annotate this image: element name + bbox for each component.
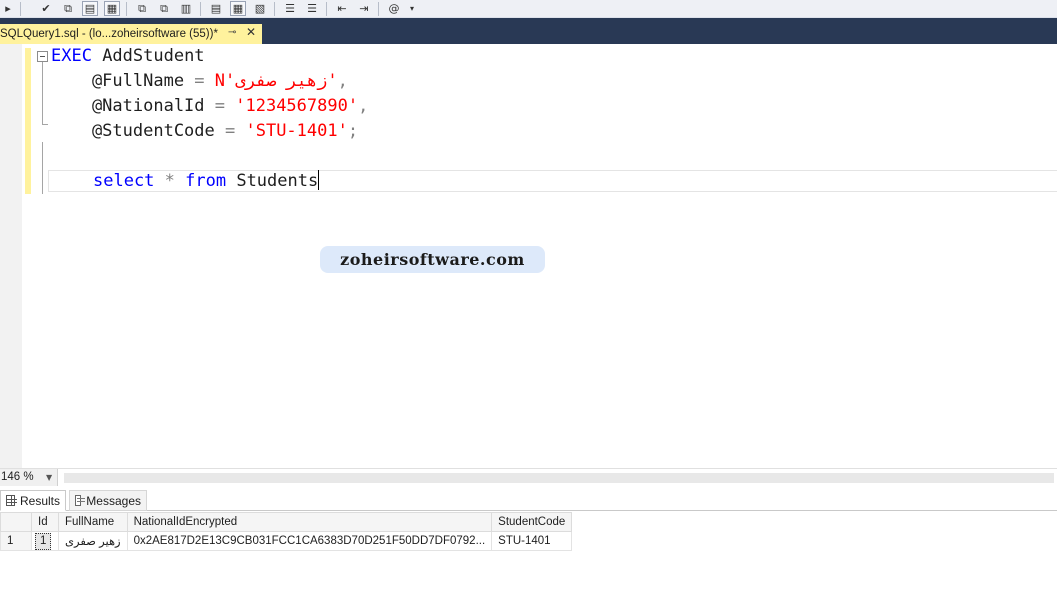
query-options-icon[interactable]: ▦ [104, 1, 120, 16]
string-studentcode: 'STU-1401' [245, 121, 348, 141]
punctuation: ; [347, 121, 359, 141]
client-stats-icon[interactable]: ▥ [178, 1, 194, 16]
zoom-value: 146 % [1, 471, 34, 483]
column-header-id[interactable]: Id [31, 512, 59, 532]
cell-nationalidencrypted[interactable]: 0x2AE817D2E13C9CB031FCC1CA6383D70D251F50… [126, 531, 493, 551]
cell-id[interactable]: 1 [31, 531, 59, 551]
horizontal-scrollbar[interactable] [64, 473, 1054, 483]
row-number[interactable]: 1 [0, 531, 32, 551]
uncomment-icon[interactable]: ☰ [304, 1, 320, 16]
tab-messages-label: Messages [86, 493, 141, 508]
code-line-1: EXEC AddStudent [51, 44, 205, 69]
header-row: Id FullName NationalIdEncrypted StudentC… [0, 512, 573, 532]
toolbar-separator [326, 2, 327, 16]
operator-star: * [154, 171, 186, 191]
document-tab-strip: SQLQuery1.sql - (lo...zoheirsoftware (55… [0, 18, 1057, 44]
results-to-file-icon[interactable]: ▧ [252, 1, 268, 16]
results-tab-strip: Results Messages [0, 486, 1057, 511]
param-nationalid: @NationalId [51, 96, 205, 116]
param-studentcode: @StudentCode [51, 121, 215, 141]
query-editor[interactable]: EXEC AddStudent @FullName = N'زهیر صفری'… [0, 44, 1057, 468]
toolbar: ▸ ✔ ⧉ ▤ ▦ ⧉ ⧉ ▥ ▤ ▦ ▧ ☰ ☰ ⇤ ⇥ @ ▾ [0, 0, 1057, 18]
code-line-3: @NationalId = '1234567890', [51, 94, 368, 119]
toolbar-separator [274, 2, 275, 16]
toolbar-separator [378, 2, 379, 16]
chevron-down-icon[interactable]: ▼ [46, 469, 52, 486]
collapse-toggle-icon[interactable] [37, 51, 48, 62]
results-to-text-icon[interactable]: ▤ [208, 1, 224, 16]
comment-icon[interactable]: ☰ [282, 1, 298, 16]
include-plan-icon[interactable]: ⧉ [134, 1, 150, 16]
table-row[interactable]: 1 1 زهیر صفری 0x2AE817D2E13C9CB031FCC1CA… [0, 531, 573, 551]
code-line-6: select * from Students [93, 169, 320, 194]
operator: = [184, 71, 215, 91]
punctuation: , [337, 71, 348, 91]
cell-id-value: 1 [35, 532, 52, 550]
zoom-select[interactable]: 146 % ▼ [0, 469, 58, 487]
results-table: Id FullName NationalIdEncrypted StudentC… [0, 512, 573, 551]
tab-results-label: Results [19, 493, 60, 508]
outline-guide-end [42, 124, 48, 125]
keyword-select: select [93, 171, 155, 191]
tab-results[interactable]: Results [0, 490, 66, 511]
results-grid[interactable]: Id FullName NationalIdEncrypted StudentC… [0, 511, 1057, 603]
live-stats-icon[interactable]: ⧉ [156, 1, 172, 16]
query-plan-icon[interactable]: ⧉ [60, 1, 76, 16]
string-fullname: N'زهیر صفری' [214, 71, 338, 91]
code-line-4: @StudentCode = 'STU-1401'; [51, 119, 358, 144]
outdent-icon[interactable]: ⇤ [334, 1, 350, 16]
string-nationalid: '1234567890' [235, 96, 359, 116]
outline-guide [42, 62, 43, 124]
editor-gutter [0, 44, 22, 468]
punctuation: , [358, 96, 369, 116]
operator: = [204, 96, 236, 116]
column-header-studentcode[interactable]: StudentCode [491, 512, 573, 532]
code-line-2: @FullName = N'زهیر صفری', [51, 69, 348, 94]
execute-icon[interactable]: ▸ [0, 1, 16, 16]
column-header-nationalidencrypted[interactable]: NationalIdEncrypted [126, 512, 493, 532]
zoom-bar: 146 % ▼ [0, 468, 1057, 487]
watermark: zoheirsoftware.com [320, 246, 545, 273]
procedure-name: AddStudent [91, 46, 205, 66]
checkmark-icon[interactable]: ✔ [38, 1, 54, 16]
results-to-grid-icon[interactable]: ▦ [230, 1, 246, 16]
indent-icon[interactable]: ⇥ [356, 1, 372, 16]
toolbar-separator [20, 2, 21, 16]
grid-icon [6, 495, 17, 506]
tab-sqlquery1[interactable]: SQLQuery1.sql - (lo...zoheirsoftware (55… [0, 24, 262, 44]
change-tracking-bar [25, 48, 31, 194]
toolbar-separator [126, 2, 127, 16]
pin-icon[interactable]: ⊸ [228, 27, 236, 38]
outline-guide [42, 142, 43, 194]
toolbar-overflow-icon[interactable]: ▾ [404, 1, 420, 16]
table-name: Students [226, 171, 319, 191]
display-plan-icon[interactable]: ▤ [82, 1, 98, 16]
toolbar-separator [200, 2, 201, 16]
messages-icon [75, 495, 86, 506]
cell-studentcode[interactable]: STU-1401 [491, 531, 573, 551]
param-fullname: @FullName [51, 71, 185, 91]
specify-values-icon[interactable]: @ [386, 1, 402, 16]
text-caret [318, 170, 320, 190]
column-header-fullname[interactable]: FullName [58, 512, 128, 532]
keyword-exec: EXEC [51, 46, 92, 66]
tab-messages[interactable]: Messages [69, 490, 147, 511]
row-header-corner[interactable] [0, 512, 32, 532]
cell-fullname[interactable]: زهیر صفری [58, 531, 128, 551]
operator: = [214, 121, 246, 141]
tab-title: SQLQuery1.sql - (lo...zoheirsoftware (55… [0, 28, 218, 40]
close-icon[interactable]: ✕ [246, 25, 256, 39]
keyword-from: from [185, 171, 227, 191]
